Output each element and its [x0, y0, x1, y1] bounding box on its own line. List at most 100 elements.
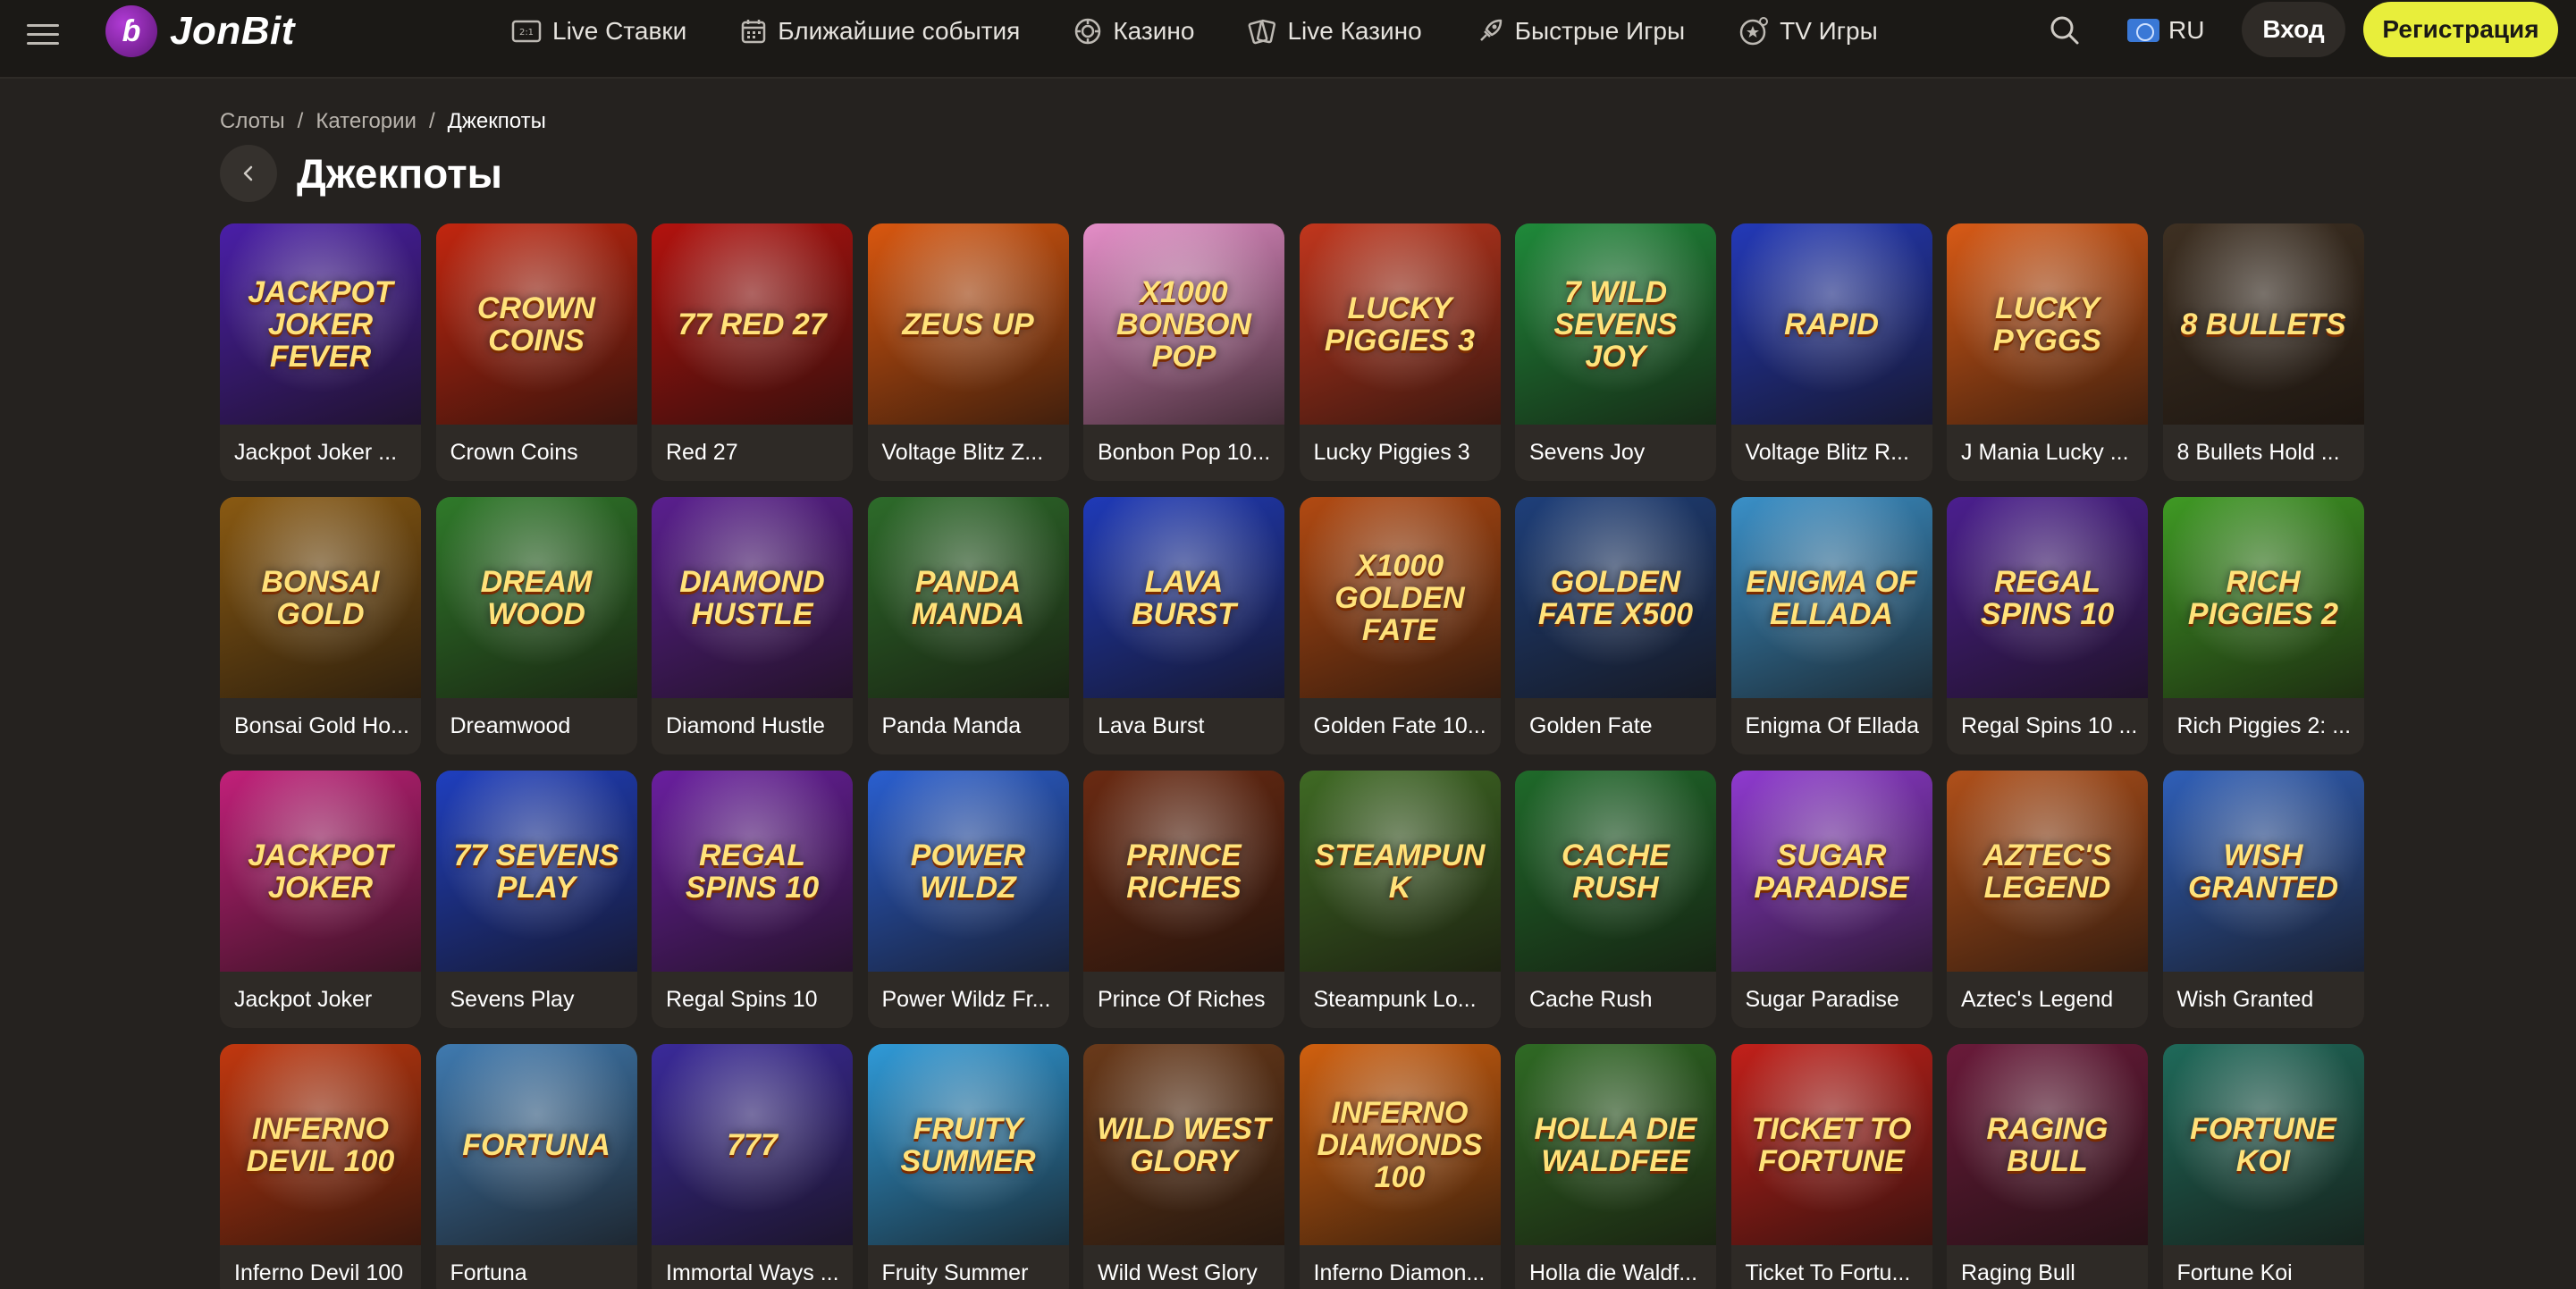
breadcrumb: Слоты / Категории / Джекпоты	[220, 107, 546, 136]
game-card[interactable]: x1000 Bonbon Pop Bonbon Pop 10...	[1083, 223, 1284, 481]
game-logo: x1000 Bonbon Pop	[1115, 274, 1252, 374]
game-card[interactable]: Golden Fate x500 Golden Fate	[1515, 497, 1716, 754]
game-card[interactable]: Wild West Glory Wild West Glory	[1083, 1044, 1284, 1289]
game-title: Inferno Diamon...	[1313, 1260, 1486, 1285]
game-card[interactable]: 777 Immortal Ways ...	[652, 1044, 853, 1289]
game-thumbnail: Lava Burst	[1083, 497, 1284, 698]
game-card[interactable]: 77 Sevens Play Sevens Play	[435, 771, 637, 1028]
game-card[interactable]: Steampunk Steampunk Lo...	[1299, 771, 1501, 1028]
game-thumbnail: Holla die Waldfee	[1515, 1044, 1716, 1245]
game-logo: Jackpot Joker	[248, 838, 393, 905]
game-card[interactable]: Regal Spins 10 Regal Spins 10	[652, 771, 853, 1028]
login-button[interactable]: Вход	[2242, 2, 2345, 57]
game-card[interactable]: Sugar Paradise Sugar Paradise	[1730, 771, 1932, 1028]
game-card[interactable]: Wish Granted Wish Granted	[2162, 771, 2364, 1028]
game-title: Jackpot Joker ...	[234, 440, 398, 465]
game-card[interactable]: Diamond Hustle Diamond Hustle	[652, 497, 853, 754]
game-thumbnail: Bonsai Gold	[220, 497, 421, 698]
game-card[interactable]: Raging Bull Raging Bull	[1947, 1044, 2148, 1289]
game-title: Diamond Hustle	[666, 713, 825, 738]
game-logo: Holla die Waldfee	[1534, 1111, 1697, 1178]
calendar-icon	[741, 20, 766, 44]
language-selector[interactable]: RU	[2127, 13, 2204, 48]
game-thumbnail: Jackpot Joker Fever	[220, 223, 421, 425]
game-logo: Power Wildz	[910, 838, 1026, 905]
game-thumbnail: 77 Sevens Play	[435, 771, 637, 972]
game-card[interactable]: Jackpot Joker Jackpot Joker	[220, 771, 421, 1028]
game-thumbnail: Inferno Devil 100	[220, 1044, 421, 1245]
game-thumbnail: Fruity Summer	[867, 1044, 1069, 1245]
game-card[interactable]: Jackpot Joker Fever Jackpot Joker ...	[220, 223, 421, 481]
nav-item-live-bets[interactable]: 2:1 Live Ставки	[511, 9, 686, 54]
breadcrumb-item-slots[interactable]: Слоты	[220, 109, 285, 134]
nav-item-casino[interactable]: Казино	[1073, 9, 1194, 54]
game-card[interactable]: Fruity Summer Fruity Summer	[867, 1044, 1069, 1289]
menu-icon[interactable]	[27, 18, 59, 50]
game-card[interactable]: Enigma of Ellada Enigma Of Ellada	[1730, 497, 1932, 754]
game-thumbnail: x1000 Bonbon Pop	[1083, 223, 1284, 425]
game-card[interactable]: 7 Wild Sevens Joy Sevens Joy	[1515, 223, 1716, 481]
game-title: Ticket To Fortu...	[1745, 1260, 1911, 1285]
game-title: Bonbon Pop 10...	[1098, 440, 1271, 465]
game-title: Wish Granted	[2176, 987, 2314, 1012]
game-card[interactable]: Dream Wood Dreamwood	[435, 497, 637, 754]
game-thumbnail: Dream Wood	[435, 497, 637, 698]
game-card[interactable]: Rich Piggies 2 Rich Piggies 2: ...	[2162, 497, 2364, 754]
game-logo: Fortune Koi	[2190, 1111, 2336, 1178]
game-card[interactable]: Lucky Piggies 3 Lucky Piggies 3	[1299, 223, 1501, 481]
game-title: Cache Rush	[1529, 987, 1653, 1012]
game-card[interactable]: Ticket to Fortune Ticket To Fortu...	[1730, 1044, 1932, 1289]
back-button[interactable]	[220, 145, 277, 202]
game-card[interactable]: Panda Manda Panda Manda	[867, 497, 1069, 754]
game-logo: Prince Riches	[1126, 838, 1242, 905]
game-logo: 8 Bullets	[2180, 307, 2346, 341]
game-card[interactable]: Crown Coins Crown Coins	[435, 223, 637, 481]
game-card[interactable]: Aztec's Legend Aztec's Legend	[1947, 771, 2148, 1028]
game-card[interactable]: Regal Spins 10 Regal Spins 10 ...	[1947, 497, 2148, 754]
game-logo: Sugar Paradise	[1754, 838, 1909, 905]
game-title: 8 Bullets Hold ...	[2176, 440, 2340, 465]
game-thumbnail: Aztec's Legend	[1947, 771, 2148, 972]
game-title: Voltage Blitz Z...	[881, 440, 1044, 465]
nav-item-label: TV Игры	[1780, 17, 1878, 45]
game-title: Crown Coins	[450, 440, 578, 465]
game-card[interactable]: Holla die Waldfee Holla die Waldf...	[1515, 1044, 1716, 1289]
nav-item-tv-games[interactable]: TV Игры	[1738, 9, 1878, 54]
breadcrumb-item-categories[interactable]: Категории	[316, 109, 417, 134]
game-card[interactable]: 77 Red 27 Red 27	[652, 223, 853, 481]
game-logo: Lava Burst	[1131, 564, 1237, 631]
search-button[interactable]	[2047, 13, 2083, 48]
game-card[interactable]: Lava Burst Lava Burst	[1083, 497, 1284, 754]
game-card[interactable]: Cache Rush Cache Rush	[1515, 771, 1716, 1028]
nav-item-fast-games[interactable]: Быстрые Игры	[1476, 9, 1685, 54]
game-logo: Fortuna	[462, 1127, 610, 1162]
game-card[interactable]: 8 Bullets 8 Bullets Hold ...	[2162, 223, 2364, 481]
game-thumbnail: Rich Piggies 2	[2162, 497, 2364, 698]
game-card[interactable]: Fortuna Fortuna	[435, 1044, 637, 1289]
game-card[interactable]: Rapid Voltage Blitz R...	[1730, 223, 1932, 481]
game-card[interactable]: Inferno Devil 100 Inferno Devil 100	[220, 1044, 421, 1289]
game-title: Bonsai Gold Ho...	[234, 713, 409, 738]
game-logo: Bonsai Gold	[261, 564, 380, 631]
breadcrumb-separator: /	[297, 109, 304, 133]
game-card[interactable]: Inferno Diamonds 100 Inferno Diamon...	[1299, 1044, 1501, 1289]
nav-item-upcoming-events[interactable]: Ближайшие события	[740, 9, 1020, 54]
game-card[interactable]: x1000 Golden Fate Golden Fate 10...	[1299, 497, 1501, 754]
nav-item-live-casino[interactable]: Live Казино	[1248, 9, 1422, 54]
game-thumbnail: Golden Fate x500	[1515, 497, 1716, 698]
game-card[interactable]: Fortune Koi Fortune Koi	[2162, 1044, 2364, 1289]
game-thumbnail: 7 Wild Sevens Joy	[1515, 223, 1716, 425]
game-title: Power Wildz Fr...	[881, 987, 1051, 1012]
game-card[interactable]: Lucky Pyggs J Mania Lucky ...	[1947, 223, 2148, 481]
game-card[interactable]: Prince Riches Prince Of Riches	[1083, 771, 1284, 1028]
game-thumbnail: Lucky Piggies 3	[1299, 223, 1501, 425]
game-card[interactable]: Zeus Up Voltage Blitz Z...	[867, 223, 1069, 481]
game-card[interactable]: Bonsai Gold Bonsai Gold Ho...	[220, 497, 421, 754]
game-thumbnail: Wild West Glory	[1083, 1044, 1284, 1245]
register-button[interactable]: Регистрация	[2363, 2, 2558, 57]
game-thumbnail: 777	[652, 1044, 853, 1245]
game-title: Sevens Play	[450, 987, 575, 1012]
game-card[interactable]: Power Wildz Power Wildz Fr...	[867, 771, 1069, 1028]
game-logo: Golden Fate x500	[1537, 564, 1694, 631]
logo[interactable]: ɓ JonBit	[105, 4, 295, 59]
